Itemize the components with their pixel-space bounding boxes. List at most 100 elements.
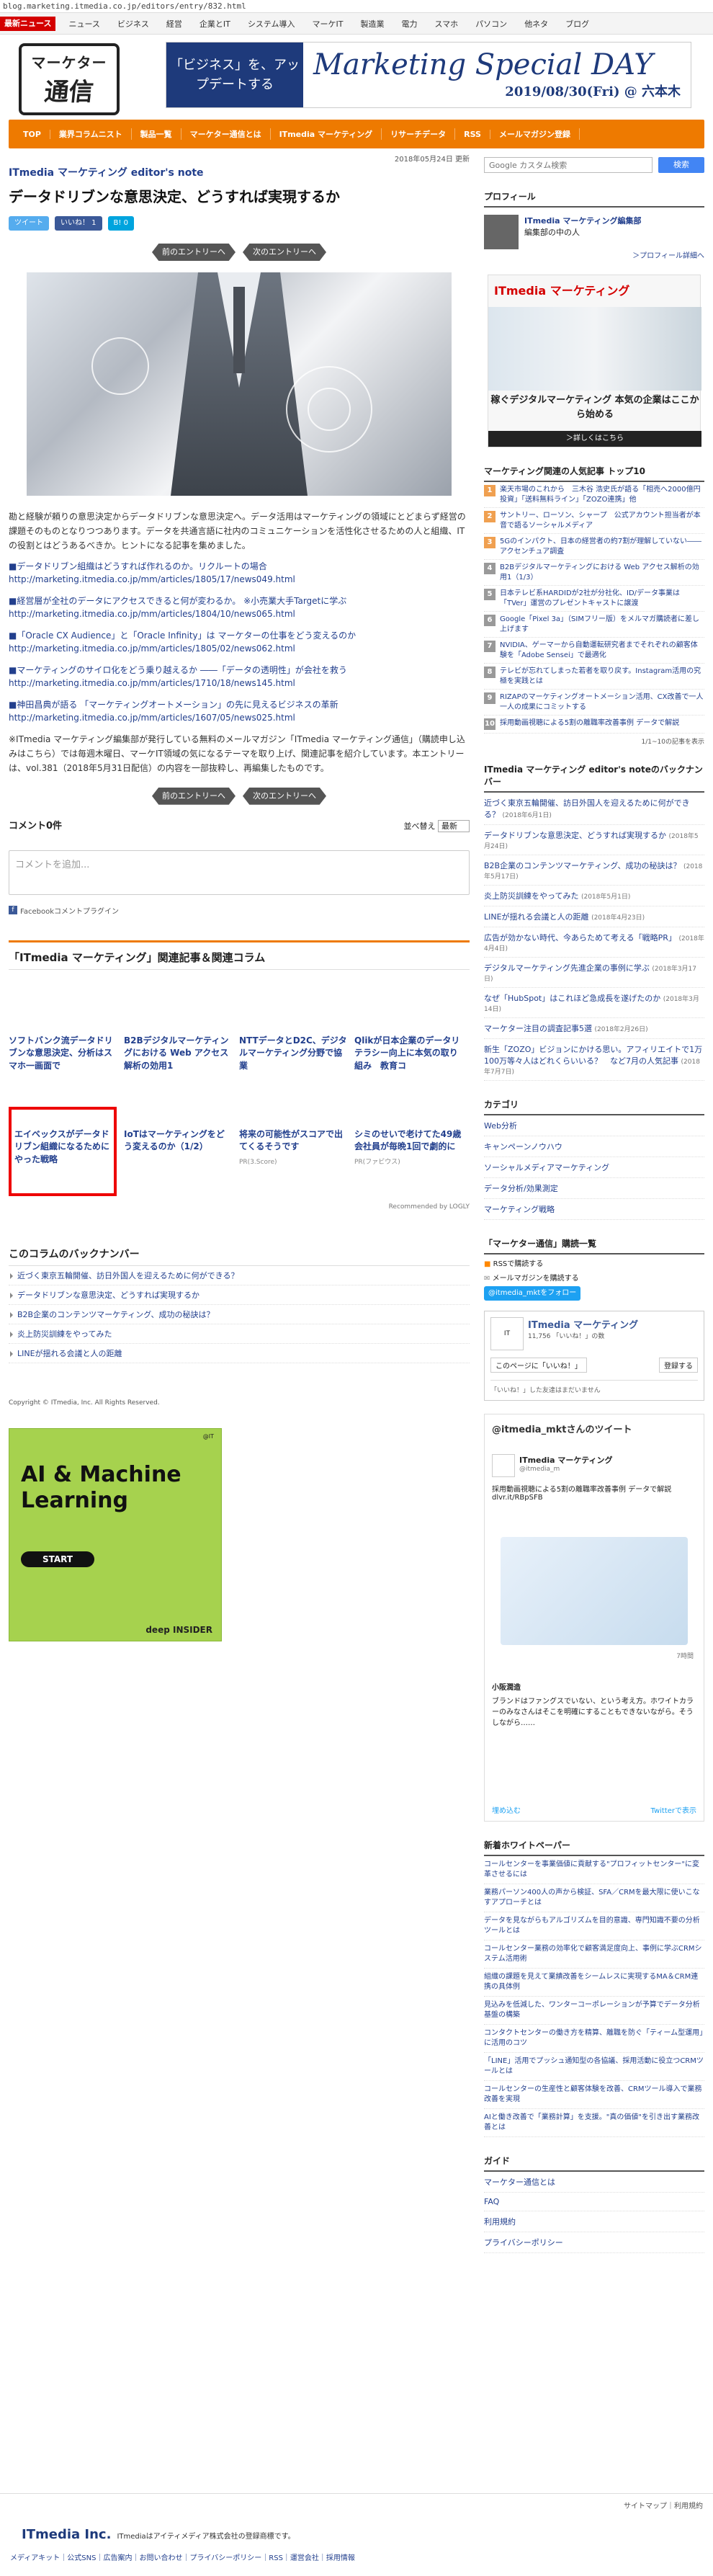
backnumber-item[interactable]: LINEが揺れる会議と人の距離 xyxy=(9,1344,470,1363)
fb-like-page-button[interactable]: このページに「いいね！」 xyxy=(490,1358,587,1373)
whitepaper-item[interactable]: AIと働き改善で「業務計算」を支援。"真の価値"を引き出す業務改善とは xyxy=(484,2109,704,2137)
tweet-button[interactable]: ツイート xyxy=(9,216,49,231)
sidebar-backnumber-item[interactable]: データドリブンな意思決定、どうすれば実現するか (2018年5月24日) xyxy=(484,825,704,855)
sidebar-backnumber-item[interactable]: デジタルマーケティング先進企業の事例に学ぶ (2018年3月17日) xyxy=(484,958,704,988)
whitepaper-item[interactable]: 業務パーソン400人の声から検証、SFA／CRMを最大限に使いこなすアプローチと… xyxy=(484,1884,704,1912)
ranking-item[interactable]: 5 日本テレビ系HARDIDが2社が分社化、ID/データ事業は「TVer」運営のプ… xyxy=(484,586,704,612)
fb-page-name[interactable]: ITmedia マーケティング xyxy=(528,1317,638,1331)
ad-start-button[interactable]: START xyxy=(21,1551,95,1567)
ranking-item[interactable]: 10 採用動画視聴による5割の離職率改善事例 データで解説 xyxy=(484,716,704,734)
ranking-more[interactable]: 1/1~10の記事を表示 xyxy=(484,736,704,746)
ranking-item[interactable]: 6 Google「Pixel 3a」（SIMフリー版）をメルマガ購読者に差し上げま… xyxy=(484,612,704,638)
footer-links[interactable]: メディアキット｜公式SNS｜広告案内｜お問い合わせ｜プライバシーポリシー｜RSS… xyxy=(10,2552,355,2562)
search-input[interactable] xyxy=(484,157,653,173)
whitepaper-item[interactable]: 組織の課題を見えて業績改善をシームレスに実現するMA＆CRM連携の具体例 xyxy=(484,1969,704,1997)
category-item[interactable]: データ分析/効果測定 xyxy=(484,1178,704,1199)
whitepaper-item[interactable]: コールセンターの生産性と顧客体験を改善、CRMツール導入で業務改善を実現 xyxy=(484,2081,704,2109)
category-nav-item[interactable]: 製品一覧 xyxy=(132,128,181,140)
category-item[interactable]: キャンペーンノウハウ xyxy=(484,1136,704,1157)
category-item[interactable]: マーケティング戦略 xyxy=(484,1199,704,1220)
guide-item[interactable]: マーケター通信とは xyxy=(484,2172,704,2193)
footer-logo[interactable]: ITmedia Inc. ITmediaはアイティメディア株式会社の登録商標です。 xyxy=(22,2527,295,2542)
tweet-embed-link[interactable]: 埋め込む xyxy=(492,1804,521,1815)
tweet-view-link[interactable]: Twitterで表示 xyxy=(650,1804,696,1815)
sidebar-ad-more[interactable]: ＞詳しくはこちら xyxy=(488,431,701,447)
site-logo[interactable]: マーケター 通信 xyxy=(19,43,120,115)
fb-register-button[interactable]: 登録する xyxy=(659,1358,698,1373)
whitepaper-item[interactable]: 見込みを低減した、ワンターコーポレーションが予算でデータ分析基盤の構築 xyxy=(484,1997,704,2025)
top-nav-item[interactable]: ブログ xyxy=(557,18,598,30)
sidebar-backnumber-item[interactable]: B2B企業のコンテンツマーケティング、成功の秘訣は？ (2018年5月17日) xyxy=(484,855,704,886)
facebook-comment-plugin[interactable]: f Facebookコメントプラグイン xyxy=(9,905,470,916)
category-nav-item[interactable]: TOP xyxy=(14,129,50,139)
reply-author[interactable]: 小阪潤造 xyxy=(492,1681,696,1692)
top-nav-item[interactable]: スマホ xyxy=(426,18,467,30)
link-url[interactable]: http://marketing.itmedia.co.jp/mm/articl… xyxy=(9,678,295,688)
top-nav-item[interactable]: マーケIT xyxy=(304,18,352,30)
category-nav-item[interactable]: RSS xyxy=(455,129,490,139)
ranking-item[interactable]: 4 B2Bデジタルマーケティングにおける Web アクセス解析の効用1（1/3） xyxy=(484,560,704,586)
link-url[interactable]: http://marketing.itmedia.co.jp/mm/articl… xyxy=(9,574,295,584)
ai-ml-ad[interactable]: @IT AI & Machine Learning START deep INS… xyxy=(9,1427,222,1641)
link-url[interactable]: http://marketing.itmedia.co.jp/mm/articl… xyxy=(9,609,295,619)
top-nav-item[interactable]: ニュース xyxy=(60,18,108,30)
search-button[interactable]: 検索 xyxy=(658,157,704,173)
backnumber-item[interactable]: B2B企業のコンテンツマーケティング、成功の秘訣は？ xyxy=(9,1305,470,1324)
top-nav-item[interactable]: 他ネタ xyxy=(516,18,557,30)
top-nav-item[interactable]: 製造業 xyxy=(352,18,393,30)
next-entry-button[interactable]: 次のエントリーへ xyxy=(243,787,326,805)
ranking-item[interactable]: 7 NVIDIA、ゲーマーから自動運転研究者までそれぞれの顧客体験を「Adobe … xyxy=(484,638,704,664)
tweet-author-name[interactable]: ITmedia マーケティング xyxy=(519,1454,613,1466)
sidebar-backnumber-item[interactable]: 近づく東京五輪開催、訪日外国人を迎えるために何ができる？ (2018年6月1日) xyxy=(484,793,704,825)
link-url[interactable]: http://marketing.itmedia.co.jp/mm/articl… xyxy=(9,713,295,723)
category-item[interactable]: Web分析 xyxy=(484,1115,704,1136)
category-item[interactable]: ソーシャルメディアマーケティング xyxy=(484,1157,704,1178)
header-banner-ad[interactable]: 「ビジネス」を、アップデートする Marketing Special DAY 2… xyxy=(166,42,691,108)
related-item[interactable]: Qlikが日本企業のデータリテラシー向上に本気の取り組み 教育コ xyxy=(354,1035,462,1107)
category-nav-item[interactable]: 業界コラムニスト xyxy=(50,128,132,140)
sort-select[interactable]: 最新 xyxy=(438,820,470,833)
sidebar-backnumber-item[interactable]: 新生「ZOZO」ビジョンにかける思い。アフィリエイトで1万100万等々人はどれく… xyxy=(484,1039,704,1081)
comment-input[interactable]: コメントを追加... xyxy=(9,850,470,895)
guide-item[interactable]: FAQ xyxy=(484,2193,704,2211)
next-entry-button[interactable]: 次のエントリーへ xyxy=(243,244,326,261)
link-url[interactable]: http://marketing.itmedia.co.jp/mm/articl… xyxy=(9,643,295,654)
related-item[interactable]: B2Bデジタルマーケティングにおける Web アクセス解析の効用1 xyxy=(124,1035,232,1107)
sidebar-backnumber-item[interactable]: なぜ「HubSpot」はこれほど急成長を遂げたのか (2018年3月14日) xyxy=(484,988,704,1018)
ranking-item[interactable]: 2 サントリー、ローソン、シャープ 公式アカウント担当者が本音で語るソーシャルメデ… xyxy=(484,508,704,534)
category-nav-item[interactable]: ITmedia マーケティング xyxy=(271,128,382,140)
like-button[interactable]: いいね！ 1 xyxy=(55,216,102,231)
guide-item[interactable]: プライバシーポリシー xyxy=(484,2232,704,2253)
prev-entry-button[interactable]: 前のエントリーへ xyxy=(152,787,236,805)
sidebar-ad[interactable]: ITmedia マーケティング 稼ぐデジタルマーケティング 本気の企業はここから… xyxy=(488,275,701,447)
rss-subscribe-link[interactable]: ■ RSSで購読する xyxy=(484,1257,704,1272)
backnumber-item[interactable]: 近づく東京五輪開催、訪日外国人を迎えるために何ができる？ xyxy=(9,1266,470,1285)
guide-item[interactable]: 利用規約 xyxy=(484,2211,704,2232)
ranking-item[interactable]: 9 RIZAPのマーケティングオートメーション活用、CX改善で一人一人の成果にコミ… xyxy=(484,690,704,716)
backnumber-item[interactable]: 炎上防災訓練をやってみた xyxy=(9,1324,470,1344)
backnumber-item[interactable]: データドリブンな意思決定、どうすれば実現するか xyxy=(9,1285,470,1305)
related-item[interactable]: ソフトバンク流データドリブンな意思決定、分析はスマホ一画面で xyxy=(9,1035,117,1107)
whitepaper-item[interactable]: コールセンター業務の効率化で顧客満足度向上、事例に学ぶCRMシステム活用術 xyxy=(484,1940,704,1969)
top-nav-item[interactable]: システム導入 xyxy=(239,18,304,30)
related-item[interactable]: NTTデータとD2C、デジタルマーケティング分野で協業 xyxy=(239,1035,347,1107)
sidebar-backnumber-item[interactable]: マーケター注目の調査記事5選 (2018年2月26日) xyxy=(484,1018,704,1039)
related-item-highlighted[interactable]: エイベックスがデータドリブン組織になるためにやった戦略 xyxy=(9,1106,117,1196)
mail-subscribe-link[interactable]: ✉ メールマガジンを購読する xyxy=(484,1272,704,1286)
top-nav-item[interactable]: パソコン xyxy=(467,18,516,30)
blog-name[interactable]: ITmedia マーケティング editor's note xyxy=(9,165,470,179)
whitepaper-item[interactable]: データを見ながらもアルゴリズムを目的意識、専門知識不要の分析ツールとは xyxy=(484,1912,704,1940)
profile-more-link[interactable]: ＞プロフィール詳細へ xyxy=(484,249,704,260)
sidebar-backnumber-item[interactable]: 広告が効かない時代、今あらためて考える「戦略PR」 (2018年4月4日) xyxy=(484,927,704,958)
whitepaper-item[interactable]: 「LINE」活用でプッシュ通知型の各協議、採用活動に役立つCRMツールとは xyxy=(484,2053,704,2081)
sidebar-backnumber-item[interactable]: 炎上防災訓練をやってみた (2018年5月1日) xyxy=(484,886,704,906)
profile-name[interactable]: ITmedia マーケティング編集部 xyxy=(524,215,642,226)
twitter-follow-button[interactable]: @itmedia_mktをフォロー xyxy=(484,1286,581,1301)
top-nav-item[interactable]: 電力 xyxy=(393,18,426,30)
whitepaper-item[interactable]: コールセンターを事業価値に貢献する"プロフィットセンター"に変革させるには xyxy=(484,1856,704,1884)
sidebar-backnumber-item[interactable]: LINEが揺れる会議と人の距離 (2018年4月23日) xyxy=(484,906,704,927)
related-item[interactable]: 将来の可能性がスコアで出てくるそうです PR(3.Score) xyxy=(239,1107,347,1179)
ranking-item[interactable]: 3 5Gのインパクト、日本の経営者の約7割が理解していない――アクセンチュア調査 xyxy=(484,534,704,560)
category-nav-item[interactable]: メールマガジン登録 xyxy=(490,128,580,140)
footer-sitemap[interactable]: サイトマップ｜利用規約 xyxy=(624,2500,703,2510)
